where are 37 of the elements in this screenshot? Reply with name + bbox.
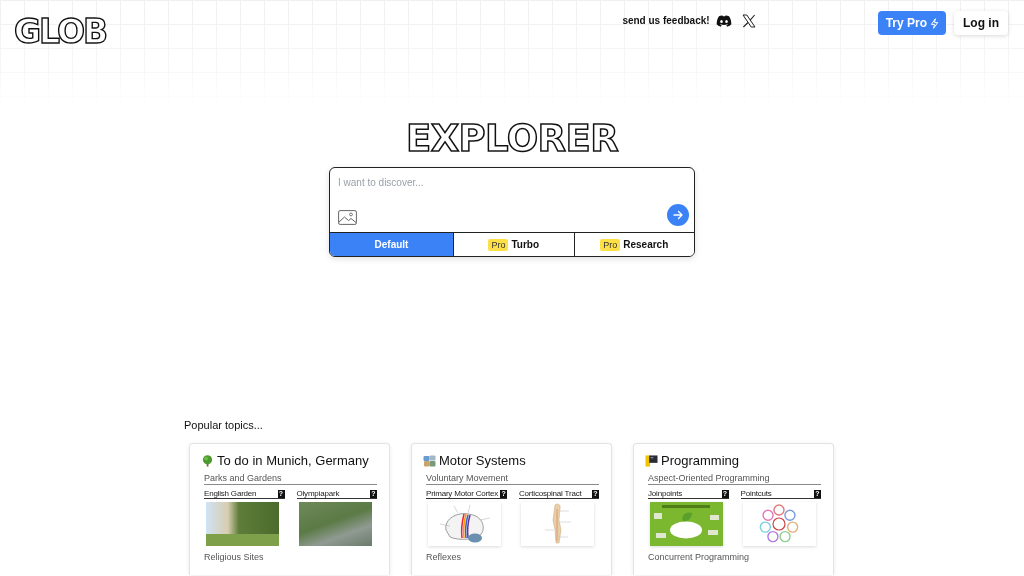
tiles-icon: [423, 455, 436, 467]
mode-tab[interactable]: Default: [330, 233, 453, 256]
log-in-button[interactable]: Log in: [954, 11, 1008, 35]
mode-tab[interactable]: Pro Research: [573, 233, 694, 256]
arrow-right-icon: [673, 210, 683, 220]
lightning-icon: [930, 17, 939, 29]
x-logo-icon[interactable]: [741, 14, 756, 28]
feedback-link[interactable]: send us feedback!: [622, 14, 710, 28]
item-label: Pointcuts: [740, 489, 772, 498]
subtopic-title: Voluntary Movement: [426, 473, 599, 485]
section-heading: Popular topics...: [184, 418, 263, 432]
topic-title: Motor Systems: [439, 453, 526, 469]
mode-tab[interactable]: Pro Turbo: [453, 233, 574, 256]
item-label: English Garden: [204, 489, 257, 498]
topic-title: Programming: [661, 453, 740, 469]
item-label: Corticospinal Tract: [519, 489, 582, 498]
send-button[interactable]: [667, 204, 689, 226]
search-field[interactable]: I want to discover...: [330, 168, 694, 204]
logo[interactable]: GLOB: [14, 15, 107, 48]
item-label: Olympiapark: [296, 489, 340, 498]
subtopic-title: Parks and Gardens: [204, 473, 377, 485]
subtopic-title: Religious Sites: [204, 552, 264, 563]
item-label: Joinpoints: [648, 489, 683, 498]
discord-icon[interactable]: [715, 15, 732, 27]
search-panel[interactable]: I want to discover... Default Pro Turbo Pro Research: [329, 167, 695, 257]
terminal-icon: [645, 455, 658, 467]
subtopic-title: Reflexes: [426, 552, 461, 563]
pro-badge: Pro: [600, 238, 621, 251]
explorer-title: EXPLORER: [405, 120, 619, 157]
pro-badge: Pro: [488, 238, 509, 251]
item-label: Primary Motor Cortex: [426, 489, 498, 498]
subtopic-title: Aspect-Oriented Programming: [648, 473, 821, 485]
topic-title: To do in Munich, Germany: [217, 453, 369, 469]
image-icon[interactable]: [338, 210, 357, 225]
tree-icon: [201, 455, 214, 467]
try-pro-button[interactable]: Try Pro: [877, 11, 946, 35]
subtopic-title: Concurrent Programming: [648, 552, 750, 563]
